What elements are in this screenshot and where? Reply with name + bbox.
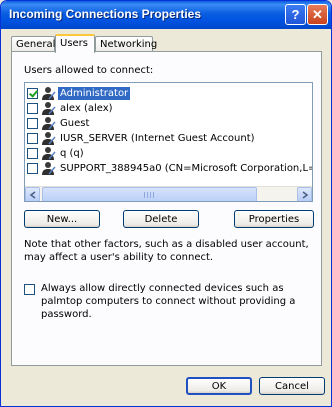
user-list-item[interactable]: Administrator xyxy=(27,86,312,100)
user-list-item[interactable]: Guest xyxy=(27,116,312,130)
user-icon xyxy=(42,87,56,100)
scroll-left-button[interactable] xyxy=(25,187,40,201)
note-text: Note that other factors, such as a disab… xyxy=(24,239,309,263)
user-name: Guest xyxy=(60,117,90,129)
chevron-right-icon xyxy=(302,191,309,199)
title-bar[interactable]: Incoming Connections Properties ? ✕ xyxy=(1,1,331,29)
user-name: alex (alex) xyxy=(60,102,113,114)
user-list-item[interactable]: alex (alex) xyxy=(27,101,312,115)
scroll-thumb[interactable] xyxy=(42,187,257,201)
user-checkbox[interactable] xyxy=(27,102,38,114)
delete-user-button[interactable]: Delete xyxy=(123,210,199,228)
user-name: Administrator xyxy=(58,86,131,100)
user-icon xyxy=(42,162,56,175)
user-list-item[interactable]: SUPPORT_388945a0 (CN=Microsoft Corporati… xyxy=(27,161,312,175)
allow-devices-option[interactable]: Always allow directly connected devices … xyxy=(24,282,314,321)
user-icon xyxy=(42,147,56,160)
new-user-button[interactable]: New... xyxy=(24,210,100,228)
allow-devices-label: Always allow directly connected devices … xyxy=(41,283,296,320)
user-checkbox[interactable] xyxy=(27,117,38,129)
user-checkbox[interactable] xyxy=(27,162,38,174)
user-checkbox[interactable] xyxy=(27,147,38,159)
horizontal-scrollbar[interactable] xyxy=(25,186,312,201)
properties-window: Incoming Connections Properties ? ✕ Gene… xyxy=(0,0,332,407)
window-title: Incoming Connections Properties xyxy=(9,7,202,21)
close-icon: ✕ xyxy=(312,6,323,22)
users-listbox[interactable]: Administrator alex (alex) Guest IUSR_SERVER… xyxy=(24,82,313,202)
allow-devices-checkbox[interactable] xyxy=(24,284,35,295)
tab-users[interactable]: Users xyxy=(55,34,95,53)
user-checkbox[interactable] xyxy=(27,132,38,144)
scroll-right-button[interactable] xyxy=(297,187,312,201)
tab-networking[interactable]: Networking xyxy=(95,36,157,52)
ok-button[interactable]: OK xyxy=(186,377,252,395)
user-name: SUPPORT_388945a0 (CN=Microsoft Corporati… xyxy=(60,162,312,174)
user-checkbox[interactable] xyxy=(27,87,38,99)
users-list-label: Users allowed to connect: xyxy=(24,65,154,76)
users-tab-panel: Users allowed to connect: Administrator a… xyxy=(11,51,322,366)
user-properties-button[interactable]: Properties xyxy=(234,210,314,228)
chevron-left-icon xyxy=(29,191,36,199)
close-button[interactable]: ✕ xyxy=(307,4,328,25)
user-icon xyxy=(42,132,56,145)
help-button[interactable]: ? xyxy=(285,4,306,25)
user-name: q (q) xyxy=(60,147,84,159)
user-icon xyxy=(42,102,56,115)
user-list-item[interactable]: q (q) xyxy=(27,146,312,160)
user-name: IUSR_SERVER (Internet Guest Account) xyxy=(60,132,255,144)
cancel-button[interactable]: Cancel xyxy=(259,377,325,395)
user-list-item[interactable]: IUSR_SERVER (Internet Guest Account) xyxy=(27,131,312,145)
help-icon: ? xyxy=(291,7,300,22)
scroll-grip xyxy=(144,192,154,198)
user-icon xyxy=(42,117,56,130)
tab-general[interactable]: General xyxy=(11,36,55,52)
